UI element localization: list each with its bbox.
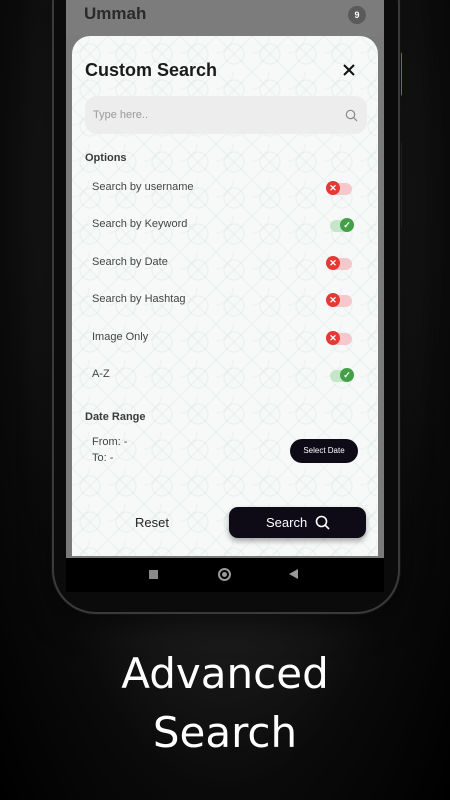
option-search-by-keyword: Search by Keyword ✓ [92,214,354,236]
toggle-a-z[interactable]: ✓ [326,366,354,384]
toggle-off-icon: ✕ [326,293,340,307]
option-search-by-hashtag: Search by Hashtag ✕ [92,289,354,311]
toggle-off-icon: ✕ [326,256,340,270]
toggle-on-icon: ✓ [340,218,354,232]
option-label: Search by Hashtag [92,293,186,305]
option-label: A-Z [92,368,110,380]
caption-line-2: Search [152,708,298,757]
app-header: Ummah 9 [66,0,384,36]
custom-search-sheet: Custom Search Options Search by username… [72,36,378,556]
caption-line-1: Advanced [121,649,329,698]
search-button-label: Search [266,515,308,530]
close-button[interactable] [338,59,360,81]
toggle-off-icon: ✕ [326,181,340,195]
date-from: From: - [92,436,128,448]
search-button[interactable]: Search [229,507,366,538]
toggle-search-by-keyword[interactable]: ✓ [326,216,354,234]
close-icon [343,64,355,76]
option-search-by-username: Search by username ✕ [92,177,354,199]
back-icon[interactable] [289,569,298,579]
recents-icon[interactable] [149,570,158,579]
option-label: Search by username [92,181,194,193]
toggle-search-by-username[interactable]: ✕ [326,179,354,197]
options-heading: Options [85,152,127,164]
search-icon[interactable] [345,109,358,122]
option-label: Image Only [92,331,149,343]
option-a-z: A-Z ✓ [92,364,354,386]
option-search-by-date: Search by Date ✕ [92,252,354,274]
toggle-image-only[interactable]: ✕ [326,329,354,347]
search-input[interactable] [85,96,367,134]
sheet-title: Custom Search [85,60,218,80]
option-label: Search by Keyword [92,218,188,230]
reset-button[interactable]: Reset [117,512,187,534]
home-icon[interactable] [218,568,231,581]
date-range-heading: Date Range [85,411,146,423]
search-icon [315,515,330,530]
option-label: Search by Date [92,256,168,268]
date-to: To: - [92,452,114,464]
toggle-search-by-hashtag[interactable]: ✕ [326,291,354,309]
toggle-off-icon: ✕ [326,331,340,345]
notification-badge[interactable]: 9 [348,6,366,24]
toggle-search-by-date[interactable]: ✕ [326,254,354,272]
app-title: Ummah [84,4,147,23]
select-date-button[interactable]: Select Date [290,439,358,463]
toggle-on-icon: ✓ [340,368,354,382]
android-nav-bar [66,558,384,592]
option-image-only: Image Only ✕ [92,327,354,349]
